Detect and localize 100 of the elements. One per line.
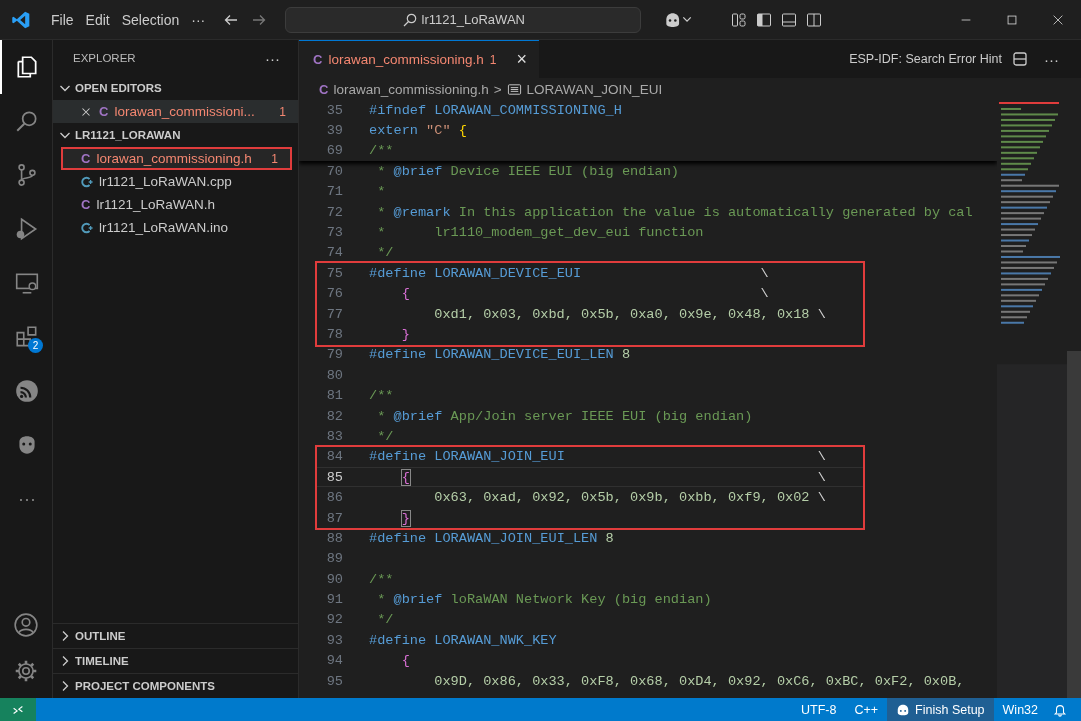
notification-badge: 2 — [28, 338, 43, 353]
signal-waves-icon — [14, 378, 40, 404]
search-icon — [401, 11, 418, 28]
code-line: /** — [369, 143, 394, 159]
close-tab-button[interactable]: × — [514, 49, 529, 70]
status-item[interactable]: Win32 — [993, 702, 1047, 717]
line-number: 70 — [325, 163, 344, 179]
more-menu-button[interactable]: ··· — [185, 7, 212, 32]
code-line: { \ — [400, 469, 826, 485]
activity-bar-item[interactable]: ··· — [0, 472, 52, 526]
code-line: /** — [369, 388, 394, 404]
line-number: 74 — [325, 245, 344, 261]
code-line: 0x63, 0xad, 0x92, 0x5b, 0x9b, 0xbb, 0xf9, 0x02 \ — [433, 490, 826, 506]
file-tree-item[interactable]: lr1121_LoRaWAN.cpp — [61, 170, 292, 193]
file-tree-item[interactable]: lr1121_LoRaWAN.ino — [61, 216, 292, 239]
line-number: 78 — [325, 327, 344, 342]
menu-item[interactable]: Selection — [115, 7, 186, 32]
toggle-secondary-sidebar-icon[interactable] — [806, 11, 823, 28]
status-hint-text[interactable]: ESP-IDF: Search Error Hint — [849, 52, 1002, 66]
code-line: * lr1110_modem_get_dev_eui function — [376, 225, 704, 241]
file-name: lr1121_LoRaWAN.ino — [99, 220, 230, 235]
customize-layout-icon[interactable] — [731, 11, 748, 28]
activity-bar-item[interactable]: 2 — [0, 310, 52, 364]
line-number: 77 — [325, 306, 344, 322]
file-name: lr1121_LoRaWAN.h — [96, 197, 216, 212]
app-logo-icon — [11, 9, 31, 30]
code-line: */ — [376, 612, 394, 628]
more-actions-button[interactable]: ··· — [259, 48, 286, 68]
toggle-panel-icon[interactable] — [781, 11, 798, 28]
tab-title: lorawan_commissioning.h — [328, 52, 484, 67]
line-number: 69 — [325, 143, 344, 159]
code-line: /** — [369, 571, 394, 587]
bell-icon[interactable] — [1053, 702, 1067, 717]
c-file-icon: C — [81, 151, 91, 166]
line-number: 93 — [325, 632, 344, 648]
code-line: * — [376, 184, 386, 200]
menu-item[interactable]: Edit — [79, 7, 116, 32]
file-name: lr1121_LoRaWAN.cpp — [99, 174, 233, 189]
code-line: } — [400, 510, 410, 526]
symbol-icon — [506, 81, 522, 97]
line-number: 71 — [325, 184, 344, 200]
file-tree-item[interactable]: C lorawan_commissioning.h 1 — [61, 147, 292, 170]
toggle-sidebar-icon[interactable] — [756, 11, 773, 28]
section-header[interactable]: OPEN EDITORS — [53, 76, 298, 100]
editor-tab[interactable]: C lorawan_commissioning.h 1 × — [299, 40, 539, 78]
breadcrumb-separator: > — [493, 81, 502, 97]
line-number: 75 — [325, 265, 344, 281]
account-icon[interactable] — [13, 612, 39, 638]
line-number: 91 — [325, 592, 344, 608]
code-line: */ — [376, 428, 394, 444]
line-number: 35 — [325, 102, 344, 118]
copilot-icon[interactable] — [663, 11, 694, 28]
line-number: 72 — [325, 204, 344, 220]
split-editor-icon[interactable] — [1012, 51, 1028, 67]
line-number: 80 — [325, 367, 344, 383]
line-number: 84 — [325, 449, 344, 465]
settings-icon[interactable] — [13, 658, 39, 684]
code-line: #define LORAWAN_NWK_KEY — [369, 632, 557, 648]
cpp-file-icon — [81, 221, 93, 234]
problem-count: 1 — [489, 52, 497, 67]
command-center-search[interactable]: lr1121_LoRaWAN — [285, 6, 642, 33]
line-number: 82 — [325, 408, 344, 424]
c-file-icon: C — [319, 81, 329, 97]
code-line: { \ — [400, 286, 769, 302]
problem-count: 1 — [279, 104, 286, 119]
file-tree-item[interactable]: C lr1121_LoRaWAN.h — [61, 193, 292, 216]
breadcrumb-item[interactable]: lorawan_commissioning.h — [333, 81, 489, 97]
line-number: 87 — [325, 510, 344, 526]
line-number: 83 — [325, 428, 344, 444]
line-number: 73 — [325, 225, 344, 241]
cpp-file-icon — [81, 175, 93, 188]
code-line: 0xd1, 0x03, 0xbd, 0x5b, 0xa0, 0x9e, 0x48, 0x18 \ — [433, 306, 826, 322]
breadcrumb-item[interactable]: LORAWAN_JOIN_EUI — [526, 81, 663, 97]
line-number: 88 — [325, 530, 344, 546]
section-header[interactable]: OUTLINE — [53, 623, 298, 648]
code-line: 0x9D, 0x86, 0x33, 0xF8, 0x68, 0xD4, 0x92, 0xC6, 0xBC, 0xF2, 0x0B, — [433, 673, 965, 689]
line-number: 90 — [325, 571, 344, 587]
code-line: #define LORAWAN_JOIN_EUI_LEN 8 — [369, 530, 614, 546]
status-item[interactable]: C++ — [845, 702, 888, 717]
code-line: * @brief Device IEEE EUI (big endian) — [376, 163, 679, 179]
menu-item[interactable]: File — [45, 7, 80, 32]
code-line: #define LORAWAN_DEVICE_EUI \ — [369, 265, 769, 281]
line-number: 89 — [325, 551, 344, 567]
section-header[interactable]: TIMELINE — [53, 648, 298, 673]
scrollbar-thumb[interactable] — [1067, 351, 1081, 698]
code-line: } — [400, 327, 410, 342]
sidebar-title: EXPLORER — [73, 52, 136, 64]
finish-setup-button[interactable]: Finish Setup — [887, 698, 994, 721]
remote-button[interactable] — [0, 698, 36, 721]
section-header[interactable]: LR1121_LORAWAN — [53, 123, 298, 147]
code-line: extern "C" { — [369, 123, 467, 139]
line-number: 95 — [325, 673, 344, 689]
code-line: { — [400, 653, 410, 669]
status-item[interactable]: UTF-8 — [792, 702, 846, 717]
code-line: #define LORAWAN_DEVICE_EUI_LEN 8 — [369, 347, 631, 363]
line-number: 85 — [325, 469, 344, 485]
more-actions-button[interactable]: ··· — [1038, 49, 1065, 69]
line-number: 92 — [325, 612, 344, 628]
open-editor-item[interactable]: C lorawan_commissioni... 1 — [53, 100, 298, 123]
file-name: lorawan_commissioning.h — [96, 151, 253, 166]
